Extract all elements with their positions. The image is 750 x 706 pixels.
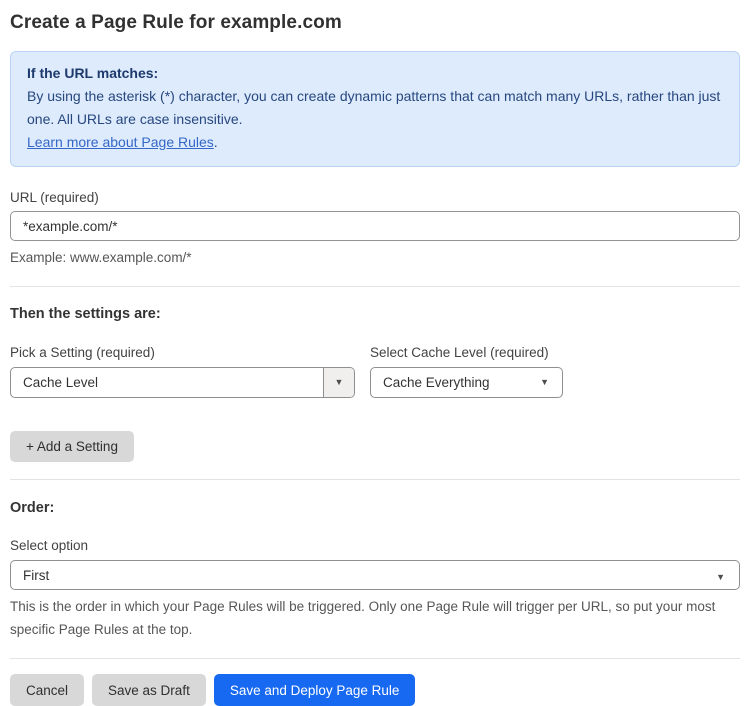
page-title: Create a Page Rule for example.com [10,12,342,33]
save-and-deploy-button[interactable]: Save and Deploy Page Rule [213,674,416,706]
settings-pickers-row: Pick a Setting (required) Cache Level ▼ … [10,345,740,398]
info-box-link-line: Learn more about Page Rules. [27,131,723,154]
chevron-down-icon: ▼ [716,571,725,582]
dropdown-arrow-button[interactable]: ▼ [323,368,354,397]
learn-more-link[interactable]: Learn more about Page Rules [27,134,214,150]
cache-level-picker-label: Select Cache Level (required) [370,345,549,360]
order-select-label: Select option [10,538,89,553]
save-as-draft-button[interactable]: Save as Draft [92,674,206,706]
url-field-label: URL (required) [10,190,99,205]
cache-level-picker-column: Select Cache Level (required) Cache Ever… [370,345,563,398]
divider [10,658,740,659]
settings-section: Then the settings are: Pick a Setting (r… [10,306,740,462]
order-helper-text: This is the order in which your Page Rul… [10,599,716,637]
order-section-heading: Order: [10,500,55,516]
url-field-block: URL (required) Example: www.example.com/… [10,190,740,269]
order-section: Order: Select option First ▼ This is the… [10,500,740,641]
setting-picker-value: Cache Level [23,375,99,390]
setting-picker-dropdown[interactable]: Cache Level ▼ [10,367,355,398]
cancel-button[interactable]: Cancel [10,674,85,706]
chevron-down-icon: ▼ [540,377,549,387]
page-rule-form: Create a Page Rule for example.com If th… [0,0,750,706]
setting-picker-label: Pick a Setting (required) [10,345,155,360]
url-field-helper: Example: www.example.com/* [10,250,192,265]
link-period: . [213,134,218,150]
info-box-body: By using the asterisk (*) character, you… [27,88,721,127]
order-select-value: First [23,567,50,583]
setting-picker-column: Pick a Setting (required) Cache Level ▼ [10,345,355,398]
settings-section-heading: Then the settings are: [10,306,161,322]
url-input[interactable] [10,211,740,241]
order-select[interactable]: First ▼ [10,560,740,590]
cache-level-picker-value: Cache Everything [383,375,490,390]
url-match-info-box: If the URL matches: By using the asteris… [10,51,740,167]
add-setting-button[interactable]: + Add a Setting [10,431,134,462]
info-box-heading: If the URL matches: [27,65,159,81]
cache-level-picker-dropdown[interactable]: Cache Everything ▼ [370,367,563,398]
divider [10,479,740,480]
form-actions: Cancel Save as Draft Save and Deploy Pag… [10,674,740,706]
chevron-down-icon: ▼ [334,377,344,387]
divider [10,286,740,287]
